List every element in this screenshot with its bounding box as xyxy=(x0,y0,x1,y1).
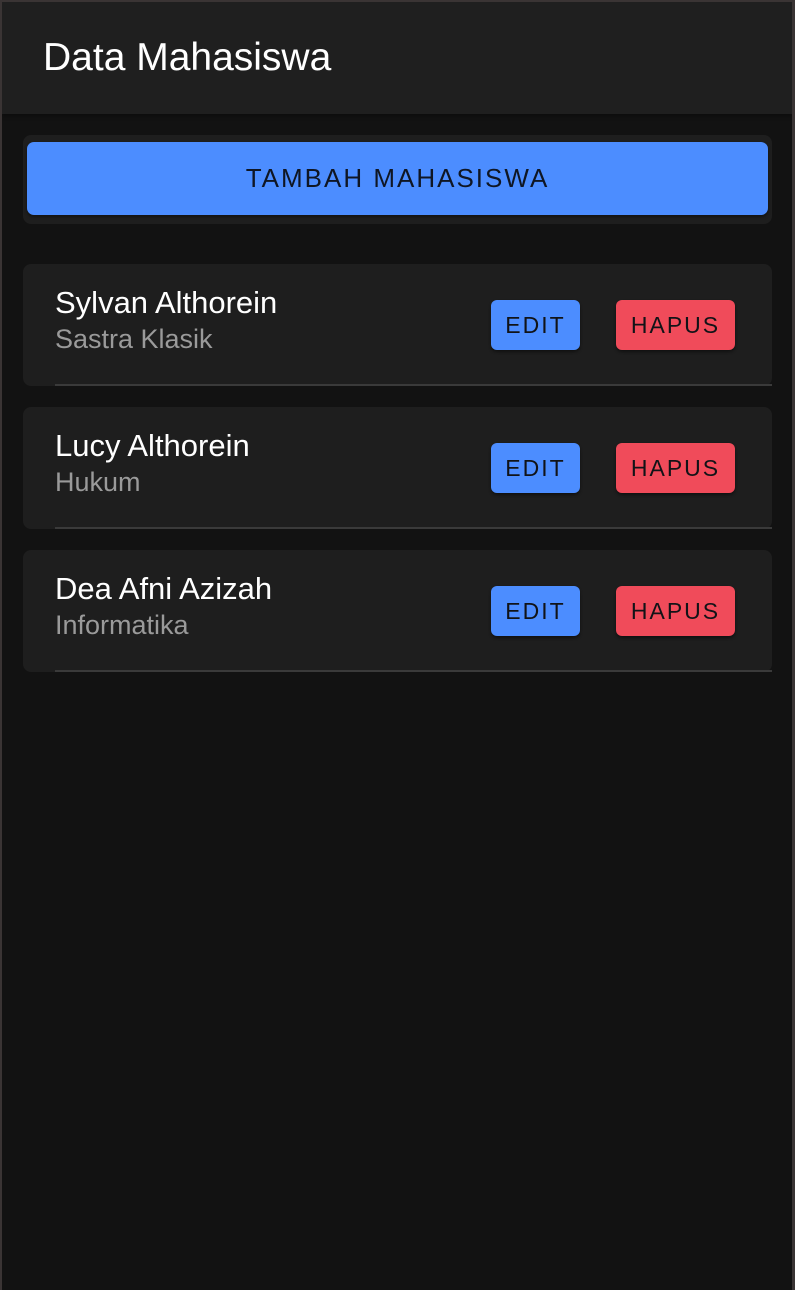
card-divider xyxy=(55,670,772,672)
delete-button[interactable]: HAPUS xyxy=(616,443,735,493)
edit-button[interactable]: EDIT xyxy=(491,300,580,350)
student-name: Lucy Althorein xyxy=(55,428,250,463)
student-major: Informatika xyxy=(55,610,189,640)
edit-button[interactable]: EDIT xyxy=(491,586,580,636)
edit-button[interactable]: EDIT xyxy=(491,443,580,493)
page-title: Data Mahasiswa xyxy=(43,36,332,79)
student-name: Sylvan Althorein xyxy=(55,285,278,320)
student-card: Dea Afni Azizah Informatika EDIT HAPUS xyxy=(23,550,772,672)
add-student-container: TAMBAH MAHASISWA xyxy=(23,135,772,224)
student-card: Lucy Althorein Hukum EDIT HAPUS xyxy=(23,407,772,529)
delete-button[interactable]: HAPUS xyxy=(616,300,735,350)
card-divider xyxy=(55,527,772,529)
student-major: Hukum xyxy=(55,467,141,497)
student-name: Dea Afni Azizah xyxy=(55,571,273,606)
add-student-button[interactable]: TAMBAH MAHASISWA xyxy=(27,142,768,215)
delete-button[interactable]: HAPUS xyxy=(616,586,735,636)
student-major: Sastra Klasik xyxy=(55,324,213,354)
app-screen: Data Mahasiswa TAMBAH MAHASISWA Sylvan A… xyxy=(2,2,792,1290)
app-toolbar: Data Mahasiswa xyxy=(2,2,792,114)
card-divider xyxy=(55,384,772,386)
student-card: Sylvan Althorein Sastra Klasik EDIT HAPU… xyxy=(23,264,772,386)
main-content[interactable]: TAMBAH MAHASISWA Sylvan Althorein Sastra… xyxy=(2,114,792,1290)
